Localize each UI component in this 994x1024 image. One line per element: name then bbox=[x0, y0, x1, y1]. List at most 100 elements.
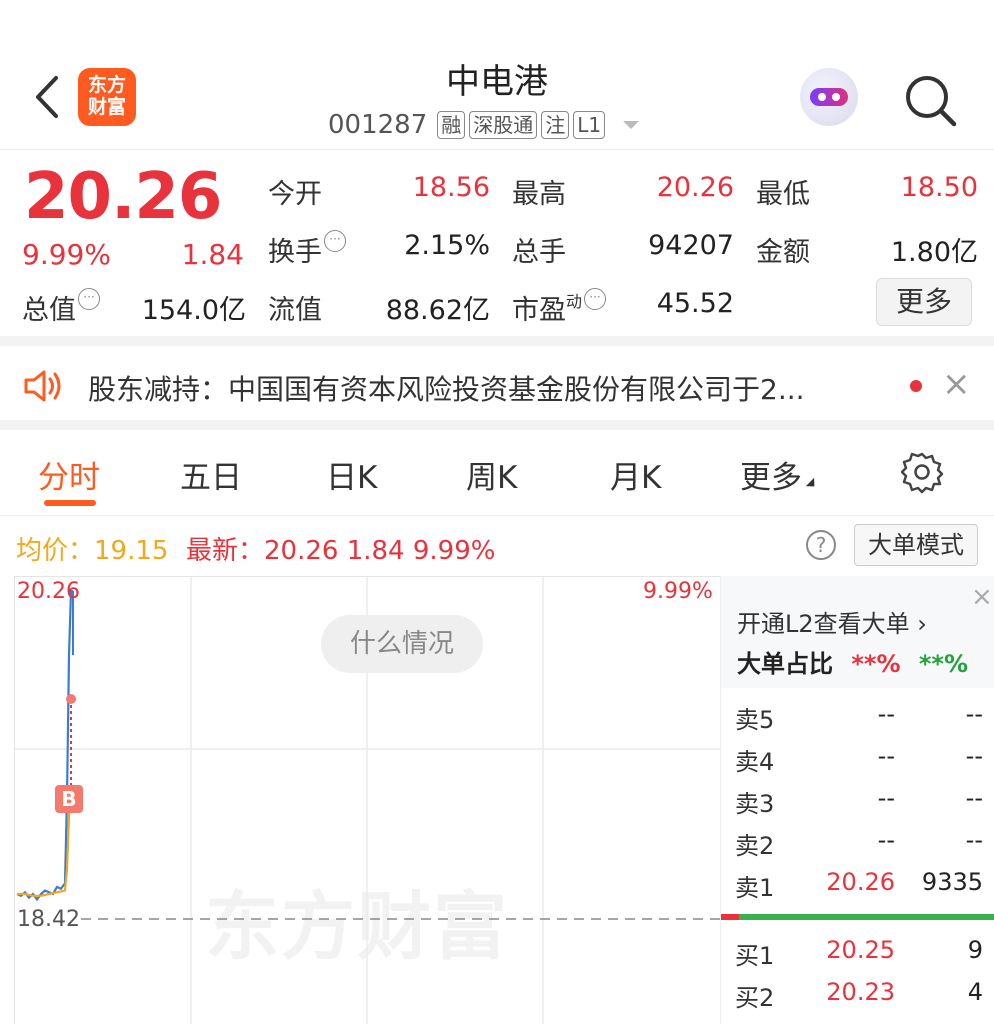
tab-intraday[interactable]: 分时 bbox=[38, 452, 100, 497]
tab-more-label: 更多 bbox=[740, 460, 802, 496]
ask-price: -- bbox=[877, 742, 895, 770]
ask-qty: 9335 bbox=[921, 868, 983, 896]
change-amount: 1.84 bbox=[181, 238, 244, 271]
tag-level: L1 bbox=[573, 111, 606, 139]
quote-panel: 20.26 9.99% 1.84 今开 18.56 最高 20.26 最低 18… bbox=[0, 150, 994, 346]
turnover-label[interactable]: 换手 ··· bbox=[268, 230, 346, 269]
tab-weekly-k[interactable]: 周K bbox=[466, 452, 517, 497]
high-label: 最高 bbox=[512, 179, 566, 210]
search-icon[interactable] bbox=[900, 70, 960, 130]
bid-qty: 4 bbox=[967, 978, 983, 1006]
ask-label: 卖2 bbox=[735, 832, 775, 860]
intraday-chart[interactable]: 东方财富 20.26 9.99% 18.42 什么情况 B bbox=[14, 576, 721, 1024]
turnover-value: 2.15% bbox=[404, 230, 490, 261]
ask-row[interactable]: 卖3 -- -- bbox=[721, 784, 994, 826]
chart-tabs: 分时 五日 日K 周K 月K 更多 bbox=[0, 430, 994, 516]
order-book: 开通L2查看大单 › 大单占比 **% **% × 卖5 -- -- 卖4 --… bbox=[720, 576, 994, 1024]
close-icon[interactable]: × bbox=[971, 582, 993, 612]
dropdown-triangle-icon[interactable] bbox=[623, 121, 640, 129]
mktcap-label[interactable]: 总值 ··· bbox=[22, 288, 100, 327]
ask-qty: -- bbox=[965, 700, 983, 728]
mktcap-value: 154.0亿 bbox=[141, 295, 246, 326]
pe-sup: 动 bbox=[566, 292, 583, 311]
turnover-label-text: 换手 bbox=[268, 237, 322, 268]
open-label: 今开 bbox=[268, 179, 322, 210]
bid-row[interactable]: 买2 20.23 4 bbox=[721, 978, 994, 1020]
last-price: 20.26 bbox=[24, 160, 222, 234]
chart-top-price: 20.26 bbox=[17, 579, 80, 604]
info-dots-icon[interactable]: ··· bbox=[78, 288, 100, 310]
event-dot bbox=[66, 694, 76, 704]
open-value: 18.56 bbox=[412, 172, 490, 203]
assistant-robot-icon[interactable] bbox=[800, 68, 858, 126]
tag-connect: 深股通 bbox=[469, 111, 538, 139]
tab-more[interactable]: 更多 bbox=[740, 452, 816, 497]
ask-qty: -- bbox=[965, 742, 983, 770]
close-icon[interactable]: × bbox=[942, 364, 971, 404]
bid-label: 买1 bbox=[735, 942, 775, 970]
pe-label-text: 市盈 bbox=[512, 295, 566, 326]
ask-row[interactable]: 卖1 20.26 9335 bbox=[721, 868, 994, 910]
what-happened-bubble[interactable]: 什么情况 bbox=[321, 615, 483, 673]
tab-monthly-k[interactable]: 月K bbox=[610, 452, 661, 497]
help-icon[interactable]: ? bbox=[806, 530, 836, 560]
amount-value: 1.80亿 bbox=[890, 237, 978, 268]
float-value: 88.62亿 bbox=[385, 295, 490, 326]
ask-label: 卖4 bbox=[735, 748, 775, 776]
pe-label[interactable]: 市盈动 ··· bbox=[512, 288, 607, 327]
low-value: 18.50 bbox=[900, 172, 978, 203]
stock-code: 001287 bbox=[328, 110, 428, 140]
notice-bar[interactable]: 股东减持：中国国有资本风险投资基金股份有限公司于2... × bbox=[0, 346, 994, 430]
corner-triangle-icon bbox=[805, 477, 815, 487]
order-book-header: 开通L2查看大单 › 大单占比 **% **% × bbox=[721, 576, 994, 688]
mktcap-label-text: 总值 bbox=[22, 295, 76, 326]
open-l2-link[interactable]: 开通L2查看大单 › bbox=[737, 604, 927, 639]
ask-price: -- bbox=[877, 700, 895, 728]
change-percent: 9.99% bbox=[22, 238, 111, 271]
low-label: 最低 bbox=[756, 179, 810, 210]
info-dots-icon[interactable]: ··· bbox=[324, 230, 346, 252]
bid-qty: 9 bbox=[967, 936, 983, 964]
bid-price: 20.23 bbox=[826, 978, 895, 1006]
bid-label: 买2 bbox=[735, 984, 775, 1012]
series-line-price bbox=[16, 589, 73, 902]
tab-five-day[interactable]: 五日 bbox=[180, 452, 242, 497]
ask-row[interactable]: 卖5 -- -- bbox=[721, 700, 994, 742]
big-order-mode-button[interactable]: 大单模式 bbox=[854, 524, 978, 566]
ratio-red: **% bbox=[851, 650, 901, 678]
ask-qty: -- bbox=[965, 826, 983, 854]
info-dots-icon[interactable]: ··· bbox=[584, 288, 607, 310]
ratio-label: 大单占比 bbox=[737, 650, 833, 678]
notice-text[interactable]: 股东减持：中国国有资本风险投资基金股份有限公司于2... bbox=[88, 368, 888, 408]
ask-label: 卖1 bbox=[735, 874, 775, 902]
ask-row[interactable]: 卖4 -- -- bbox=[721, 742, 994, 784]
ask-label: 卖3 bbox=[735, 790, 775, 818]
bid-price: 20.25 bbox=[826, 936, 895, 964]
tab-daily-k[interactable]: 日K bbox=[326, 452, 377, 497]
ask-label: 卖5 bbox=[735, 706, 775, 734]
ask-price: -- bbox=[877, 826, 895, 854]
amount-label: 金额 bbox=[756, 237, 810, 268]
buy-marker[interactable]: B bbox=[55, 785, 83, 813]
more-stats-button[interactable]: 更多 bbox=[876, 278, 972, 326]
ask-price: 20.26 bbox=[826, 868, 895, 896]
tag-registered: 注 bbox=[541, 111, 570, 139]
bid-row[interactable]: 买1 20.25 9 bbox=[721, 936, 994, 978]
chart-top-pct: 9.99% bbox=[643, 579, 713, 604]
ask-price: -- bbox=[877, 784, 895, 812]
high-value: 20.26 bbox=[656, 172, 734, 203]
tag-margin: 融 bbox=[437, 111, 466, 139]
header-bar: 东方 财富 中电港 001287 融 深股通 注 L1 bbox=[0, 0, 994, 150]
stock-subline[interactable]: 001287 融 深股通 注 L1 bbox=[328, 110, 640, 140]
gear-icon[interactable] bbox=[900, 450, 944, 494]
unread-dot-icon bbox=[910, 380, 922, 392]
ratio-green: **% bbox=[918, 650, 969, 678]
float-label: 流值 bbox=[268, 295, 322, 326]
average-price: 均价：19.15 bbox=[16, 536, 169, 566]
latest-price: 最新：20.26 1.84 9.99% bbox=[186, 536, 496, 566]
big-order-ratio: 大单占比 **% **% bbox=[737, 644, 968, 679]
chart-base-price: 18.42 bbox=[17, 907, 80, 932]
ask-row[interactable]: 卖2 -- -- bbox=[721, 826, 994, 868]
volume-value: 94207 bbox=[648, 230, 734, 261]
ask-qty: -- bbox=[965, 784, 983, 812]
